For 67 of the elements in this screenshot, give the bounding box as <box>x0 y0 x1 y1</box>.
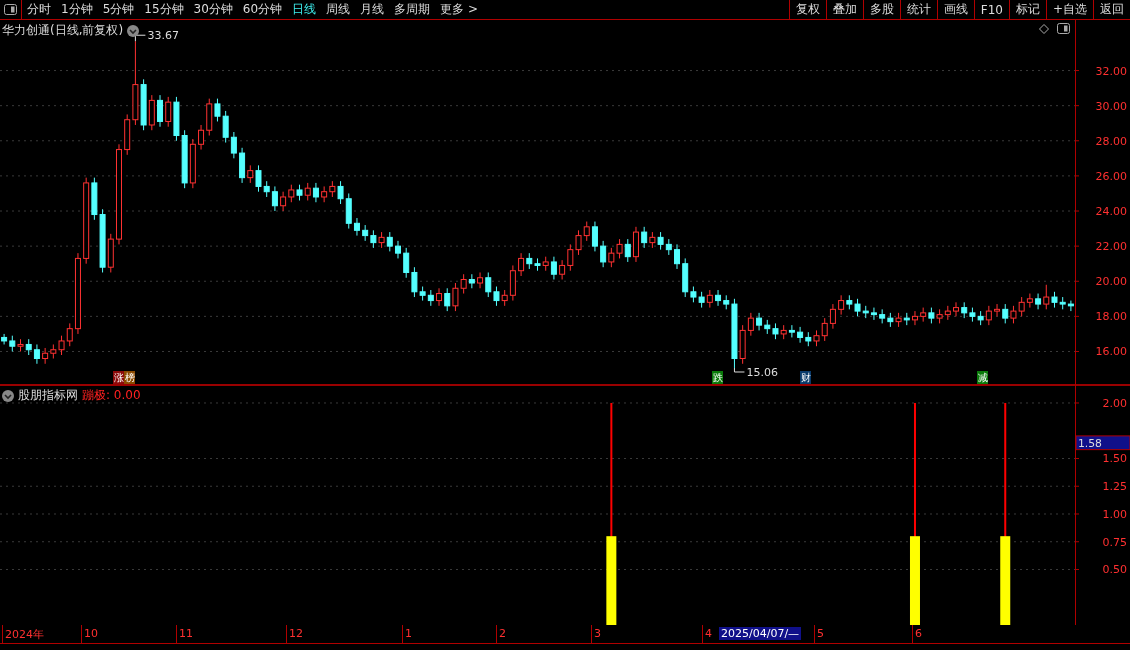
candle <box>674 243 680 270</box>
cursor-value-label: 1.58 <box>1075 435 1130 451</box>
toolbar-button[interactable]: 统计 <box>899 0 937 19</box>
period-tab[interactable]: 30分钟 <box>188 0 238 19</box>
axis-label: 1.50 <box>1102 452 1127 466</box>
candle <box>953 301 959 317</box>
price-label: 15.06 <box>733 366 778 379</box>
date-label: 3 <box>591 625 702 643</box>
chevron-down-icon[interactable] <box>2 389 14 402</box>
period-tab[interactable]: 日线 <box>287 0 322 19</box>
event-marker[interactable]: 减 <box>977 371 988 384</box>
axis-label: 0.50 <box>1102 563 1127 577</box>
toolbar-button[interactable]: 叠加 <box>825 0 863 19</box>
axis-label: 20.00 <box>1095 275 1127 289</box>
sidebar-toggle-icon[interactable] <box>4 4 17 15</box>
date-label: 2024年 <box>2 625 81 643</box>
axis-label: 2.00 <box>1102 397 1127 410</box>
candle <box>157 94 163 128</box>
axis-label: 32.00 <box>1095 64 1127 78</box>
date-label: 10 <box>81 625 176 643</box>
axis-label: 1.25 <box>1102 480 1127 494</box>
period-tab[interactable]: 多周期 <box>389 0 436 19</box>
event-marker[interactable]: 榜 <box>124 371 135 384</box>
date-label: 6 <box>912 625 1012 643</box>
toolbar-button[interactable]: 复权 <box>788 0 826 19</box>
toolbar-button[interactable]: 返回 <box>1093 0 1130 19</box>
period-tab[interactable]: 1分钟 <box>56 0 98 19</box>
axis-label: 28.00 <box>1095 134 1127 148</box>
chevron-down-icon[interactable] <box>127 24 140 37</box>
date-label: 5 <box>814 625 912 643</box>
indicator-name: 股朋指标网 <box>18 387 78 404</box>
axis-label: 0.75 <box>1102 535 1127 549</box>
annotation: 33.67 <box>147 29 179 43</box>
period-tab[interactable]: 5分钟 <box>97 0 140 19</box>
candle <box>912 310 918 326</box>
toolbar-button[interactable]: 画线 <box>936 0 974 19</box>
axis-label: 18.00 <box>1095 310 1127 324</box>
panel-toggle-icon[interactable] <box>1057 23 1070 34</box>
toolbar-button[interactable]: 多股 <box>862 0 900 19</box>
period-tab[interactable]: 60分钟 <box>237 0 288 19</box>
axis-label: 26.00 <box>1095 169 1127 183</box>
axis-label: 24.00 <box>1095 205 1127 218</box>
indicator-reading: 蹦极: 0.00 <box>82 387 141 404</box>
event-marker[interactable]: 跌 <box>712 371 723 384</box>
period-tab[interactable]: 周线 <box>321 0 356 19</box>
annotation: 15.06 <box>746 365 778 379</box>
date-label: 11 <box>176 625 286 643</box>
date-label: 1 <box>402 625 496 643</box>
toolbar-button[interactable]: 标记 <box>1008 0 1046 19</box>
chart-title: 华力创通(日线,前复权) <box>2 22 124 39</box>
toolbar-button[interactable]: +自选 <box>1045 0 1093 19</box>
period-tab[interactable]: 分时 <box>22 0 56 19</box>
axis-label: 22.00 <box>1095 240 1127 254</box>
axis-label: 1.00 <box>1102 508 1127 521</box>
period-tab[interactable]: 15分钟 <box>139 0 189 19</box>
cursor-date-label: 2025/04/07/— <box>719 627 802 640</box>
event-marker[interactable]: 财 <box>800 371 811 384</box>
candle <box>395 240 401 259</box>
axis-label: 30.00 <box>1095 99 1127 113</box>
event-marker[interactable]: 涨 <box>113 371 124 384</box>
date-label: 2 <box>496 625 591 643</box>
date-label: 12 <box>286 625 402 643</box>
period-tab[interactable]: 更多 > <box>435 0 483 19</box>
toolbar-button[interactable]: F10 <box>973 0 1009 19</box>
period-tab[interactable]: 月线 <box>355 0 390 19</box>
diamond-icon[interactable] <box>1039 23 1049 34</box>
axis-label: 16.00 <box>1095 345 1127 359</box>
